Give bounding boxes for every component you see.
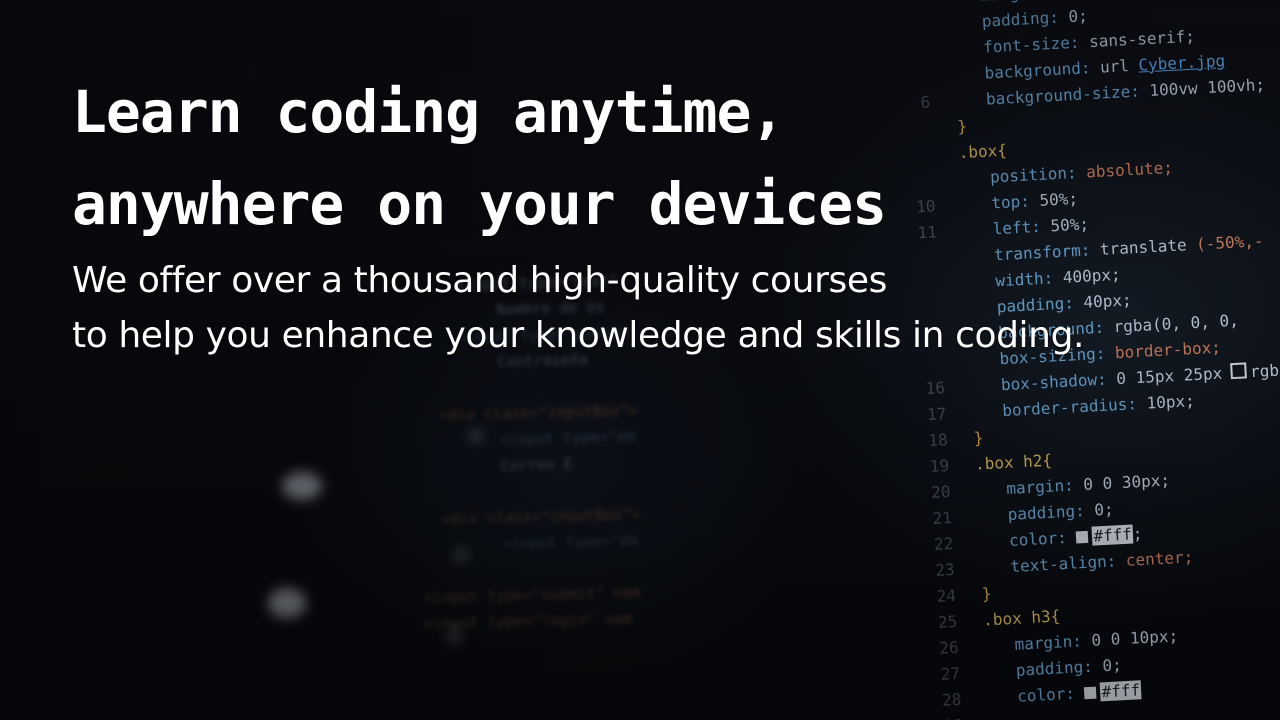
code-keyword: absolute; [1085,157,1174,182]
line-number: 6 [919,92,931,113]
code-value: 0; [1057,0,1077,1]
color-swatch [1084,686,1097,700]
code-property: color: [1008,527,1077,550]
code-value: 50%; [1049,214,1090,236]
hero-subtitle-line-2: to help you enhance your knowledge and s… [72,315,1085,356]
code-property: text-align: [1009,550,1127,576]
code-selector: .box h3{ [982,606,1061,630]
line-number: 16 [925,378,946,399]
code-property: color: [1016,683,1086,706]
code-value: 0; [1067,6,1089,27]
code-value: 0 0 30px; [1082,470,1171,495]
line-number: 19 [929,456,950,477]
code-value: rgba(0, 0, 0, [1113,310,1240,337]
line-number: 23 [934,559,956,580]
code-property: position: [989,162,1087,187]
light-blob [470,430,482,442]
code-color-value: #fff [1100,680,1142,702]
line-number [888,141,933,169]
code-property: padding: [981,7,1069,31]
color-swatch [1076,530,1089,544]
code-value: 0; [1093,499,1115,520]
code-property: background-size: [985,81,1150,109]
line-number [881,12,926,40]
hero-subtitle: We offer over a thousand high-quality co… [72,253,1084,363]
code-brace: } [956,116,968,137]
code-keyword: border-box; [1114,337,1222,363]
light-blob [448,628,460,644]
line-number [887,116,932,144]
code-property: padding: [1007,500,1095,525]
light-blob [282,472,322,500]
light-blob [455,548,467,562]
line-number [884,64,929,92]
line-number: 20 [930,482,951,502]
line-number: 29 [918,713,963,720]
code-selector: .box h2{ [974,450,1053,474]
code-value: translate [1099,234,1197,259]
code-selector: .box{ [958,140,1008,163]
line-number: 11 [917,222,938,243]
line-number: 17 [926,404,947,425]
hero-subtitle-line-1: We offer over a thousand high-quality co… [72,260,887,301]
code-property: box-shadow: [1000,369,1117,395]
code-property: border-radius: [1001,393,1148,421]
code-property: margin: [980,0,1058,5]
line-number: 27 [940,663,961,684]
code-property: margin: [1005,475,1084,499]
hero-title-line-1: Learn coding anytime, [72,78,785,146]
light-blob [268,588,306,618]
code-value: rgba [1249,360,1280,382]
hero-banner: <input type="text" Nombre de Us <input t… [0,0,1280,720]
hero-title: Learn coding anytime, anywhere on your d… [72,66,887,250]
code-value: 40px; [1082,290,1133,312]
line-number [883,38,928,66]
code-keyword: center; [1125,547,1194,570]
code-property: background: [984,57,1101,83]
line-number: 25 [937,611,958,632]
code-value: 0 0 10px; [1090,626,1179,650]
code-value: 0 15px 25px [1115,363,1223,389]
line-number: 10 [915,196,936,217]
code-brace: } [981,584,992,604]
line-number: 22 [933,533,954,554]
code-property: top: [990,190,1041,213]
line-number: 18 [927,430,949,451]
hero-title-line-2: anywhere on your devices [72,170,887,238]
code-keyword: (-50%,- [1195,231,1264,254]
code-value: 0; [1101,655,1123,676]
code-property: font-size: [982,32,1090,57]
code-property: left: [992,216,1051,239]
code-value: url [1099,55,1140,77]
color-swatch [1229,362,1247,380]
line-number: 21 [932,507,953,528]
line-number: 28 [941,689,962,710]
code-value: 10px; [1146,391,1196,413]
code-value: 100vw 100vh; [1149,74,1266,101]
line-number: 26 [938,637,960,658]
code-color-value: #fff [1091,524,1134,546]
code-link: Cyber.jpg [1138,51,1226,75]
line-number: 24 [936,585,957,606]
code-brace: } [973,428,984,448]
code-property: margin: [1014,630,1092,654]
line-number [890,167,935,195]
code-property: padding: [1015,656,1103,680]
code-value: sans-serif; [1088,26,1196,52]
code-value: ; [1132,524,1144,544]
code-value: 50%; [1039,188,1079,210]
